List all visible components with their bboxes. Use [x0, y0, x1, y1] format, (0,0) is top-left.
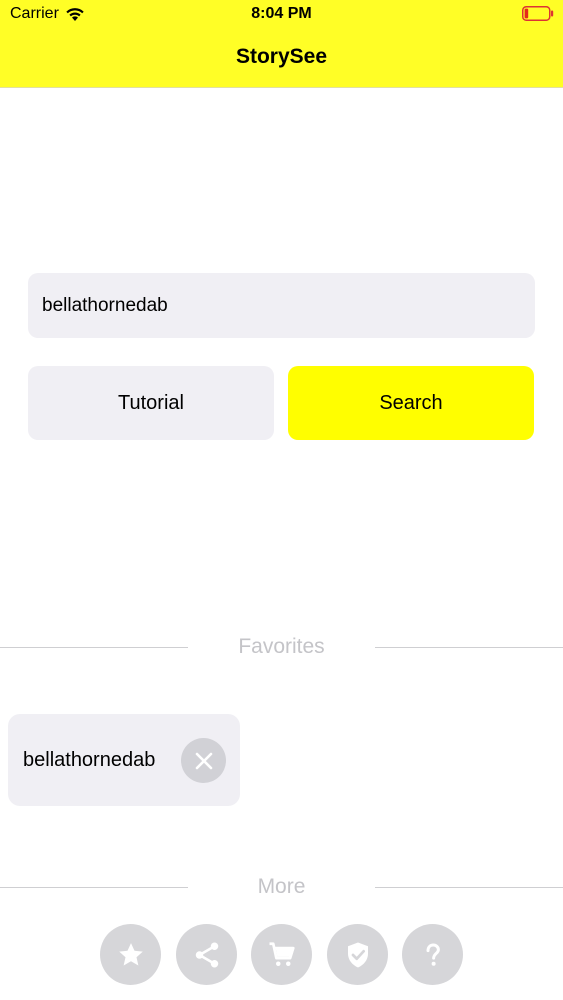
- favorite-username: bellathornedab: [23, 749, 156, 771]
- cart-icon: [269, 941, 295, 966]
- more-divider: More: [0, 872, 563, 902]
- shield-check-icon: [347, 942, 368, 967]
- store-button[interactable]: [251, 924, 312, 985]
- navigation-bar: Carrier 8:04 PM StorySee: [0, 0, 563, 88]
- divider-line: [375, 887, 563, 888]
- remove-favorite-button[interactable]: [181, 738, 226, 783]
- app-title: StorySee: [235, 45, 328, 68]
- share-icon: [195, 942, 218, 967]
- status-time: 8:04 PM: [251, 5, 312, 22]
- tutorial-button[interactable]: Tutorial: [28, 366, 274, 440]
- battery-low-icon: [522, 6, 554, 21]
- status-bar: Carrier 8:04 PM: [0, 0, 563, 30]
- help-button[interactable]: [402, 924, 463, 985]
- privacy-button[interactable]: [327, 924, 388, 985]
- share-button[interactable]: [176, 924, 237, 985]
- favorites-star-button[interactable]: [100, 924, 161, 985]
- search-button[interactable]: Search: [288, 366, 534, 440]
- close-icon: [195, 752, 212, 769]
- favorite-item[interactable]: bellathornedab: [8, 714, 240, 806]
- username-search-input[interactable]: [28, 273, 535, 338]
- favorites-divider: Favorites: [0, 632, 563, 662]
- more-actions-bar: [100, 924, 463, 986]
- question-icon: [426, 942, 440, 966]
- divider-line: [375, 647, 563, 648]
- star-icon: [118, 942, 143, 965]
